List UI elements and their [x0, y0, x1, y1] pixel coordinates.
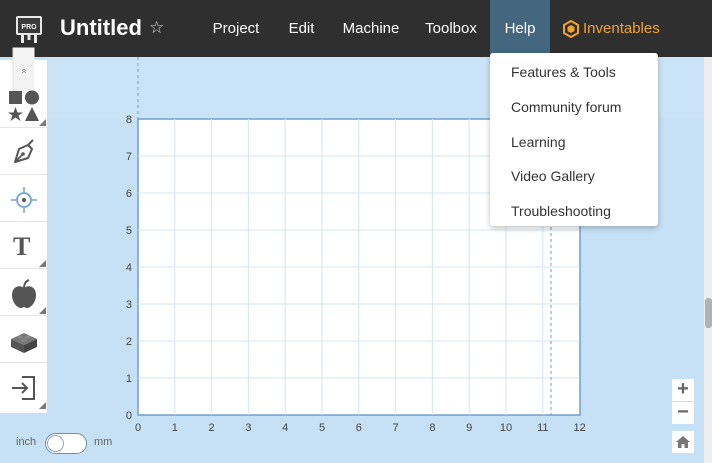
target-icon	[11, 187, 37, 213]
x-axis-tick-label: 6	[356, 422, 362, 434]
y-axis-tick-label: 6	[126, 188, 132, 200]
apple-icon	[12, 279, 36, 308]
unit-inch-label: inch	[16, 436, 37, 448]
y-axis-tick-label: 2	[126, 336, 132, 348]
shapes-icon	[8, 90, 39, 121]
text-icon: T	[13, 232, 31, 261]
zoom-out-button[interactable]: −	[672, 402, 694, 424]
menu-help[interactable]: Help	[490, 0, 550, 57]
unit-toggle-knob	[47, 435, 64, 452]
help-item-learning[interactable]: Learning	[511, 134, 566, 150]
y-axis-tick-label: 1	[126, 373, 132, 385]
tool-apps[interactable]	[0, 317, 47, 363]
tool-point[interactable]	[0, 176, 47, 222]
y-axis-tick-label: 5	[126, 225, 132, 237]
menu-machine[interactable]: Machine	[332, 0, 410, 57]
y-axis-tick-label: 0	[126, 410, 132, 422]
menu-toolbox[interactable]: Toolbox	[418, 0, 484, 57]
x-axis-tick-label: 3	[245, 422, 251, 434]
x-axis-tick-label: 0	[135, 422, 141, 434]
x-axis-tick-label: 5	[319, 422, 325, 434]
zoom-in-button[interactable]: +	[672, 379, 694, 401]
inventables-link[interactable]: Inventables	[563, 0, 660, 57]
help-dropdown: Features & Tools Community forum Learnin…	[490, 53, 658, 226]
x-axis-tick-label: 1	[172, 422, 178, 434]
tool-pen[interactable]	[0, 129, 47, 175]
x-axis-tick-label: 12	[573, 422, 585, 434]
left-toolbar: « T	[0, 47, 48, 413]
unit-toggle[interactable]	[45, 433, 87, 454]
y-axis-tick-label: 7	[126, 151, 132, 163]
lego-brick-icon	[11, 333, 37, 353]
logo-badge-text: PRO	[21, 24, 37, 31]
vertical-scrollbar[interactable]	[704, 57, 712, 463]
home-view-button[interactable]	[672, 431, 694, 453]
submenu-corner	[39, 307, 46, 314]
pen-icon	[14, 139, 34, 163]
scrollbar-thumb[interactable]	[705, 298, 712, 328]
tool-text[interactable]: T	[0, 223, 47, 269]
x-axis-tick-label: 7	[393, 422, 399, 434]
tool-icon-library[interactable]	[0, 270, 47, 316]
y-axis-tick-label: 4	[126, 262, 132, 274]
submenu-corner	[39, 119, 46, 126]
menu-edit[interactable]: Edit	[279, 0, 324, 57]
inventables-label: Inventables	[583, 20, 660, 37]
easel-pro-logo[interactable]: PRO	[15, 14, 43, 44]
x-axis-tick-label: 10	[500, 422, 512, 434]
help-item-community-forum[interactable]: Community forum	[511, 99, 621, 115]
top-bar: PRO Untitled ☆ Project Edit Machine Tool…	[0, 0, 712, 57]
home-icon	[676, 436, 690, 448]
star-icon[interactable]: ☆	[149, 18, 164, 38]
tool-import[interactable]	[0, 364, 47, 410]
x-axis-tick-label: 11	[537, 422, 548, 434]
x-axis-tick-label: 9	[466, 422, 472, 434]
help-item-troubleshooting[interactable]: Troubleshooting	[511, 203, 611, 219]
menu-project[interactable]: Project	[200, 0, 272, 57]
tool-shapes[interactable]	[0, 82, 47, 128]
project-title[interactable]: Untitled	[60, 15, 142, 41]
unit-mm-label: mm	[94, 436, 113, 448]
y-axis-tick-label: 8	[126, 114, 132, 126]
help-item-features-tools[interactable]: Features & Tools	[511, 64, 616, 80]
help-item-video-gallery[interactable]: Video Gallery	[511, 168, 595, 184]
x-axis-tick-label: 4	[282, 422, 288, 434]
x-axis-tick-label: 8	[429, 422, 435, 434]
x-axis-tick-label: 2	[209, 422, 215, 434]
import-icon	[12, 376, 35, 400]
submenu-corner	[39, 402, 46, 409]
inventables-hexagon-icon	[563, 19, 579, 39]
submenu-corner	[39, 260, 46, 267]
y-axis-tick-label: 3	[126, 299, 132, 311]
